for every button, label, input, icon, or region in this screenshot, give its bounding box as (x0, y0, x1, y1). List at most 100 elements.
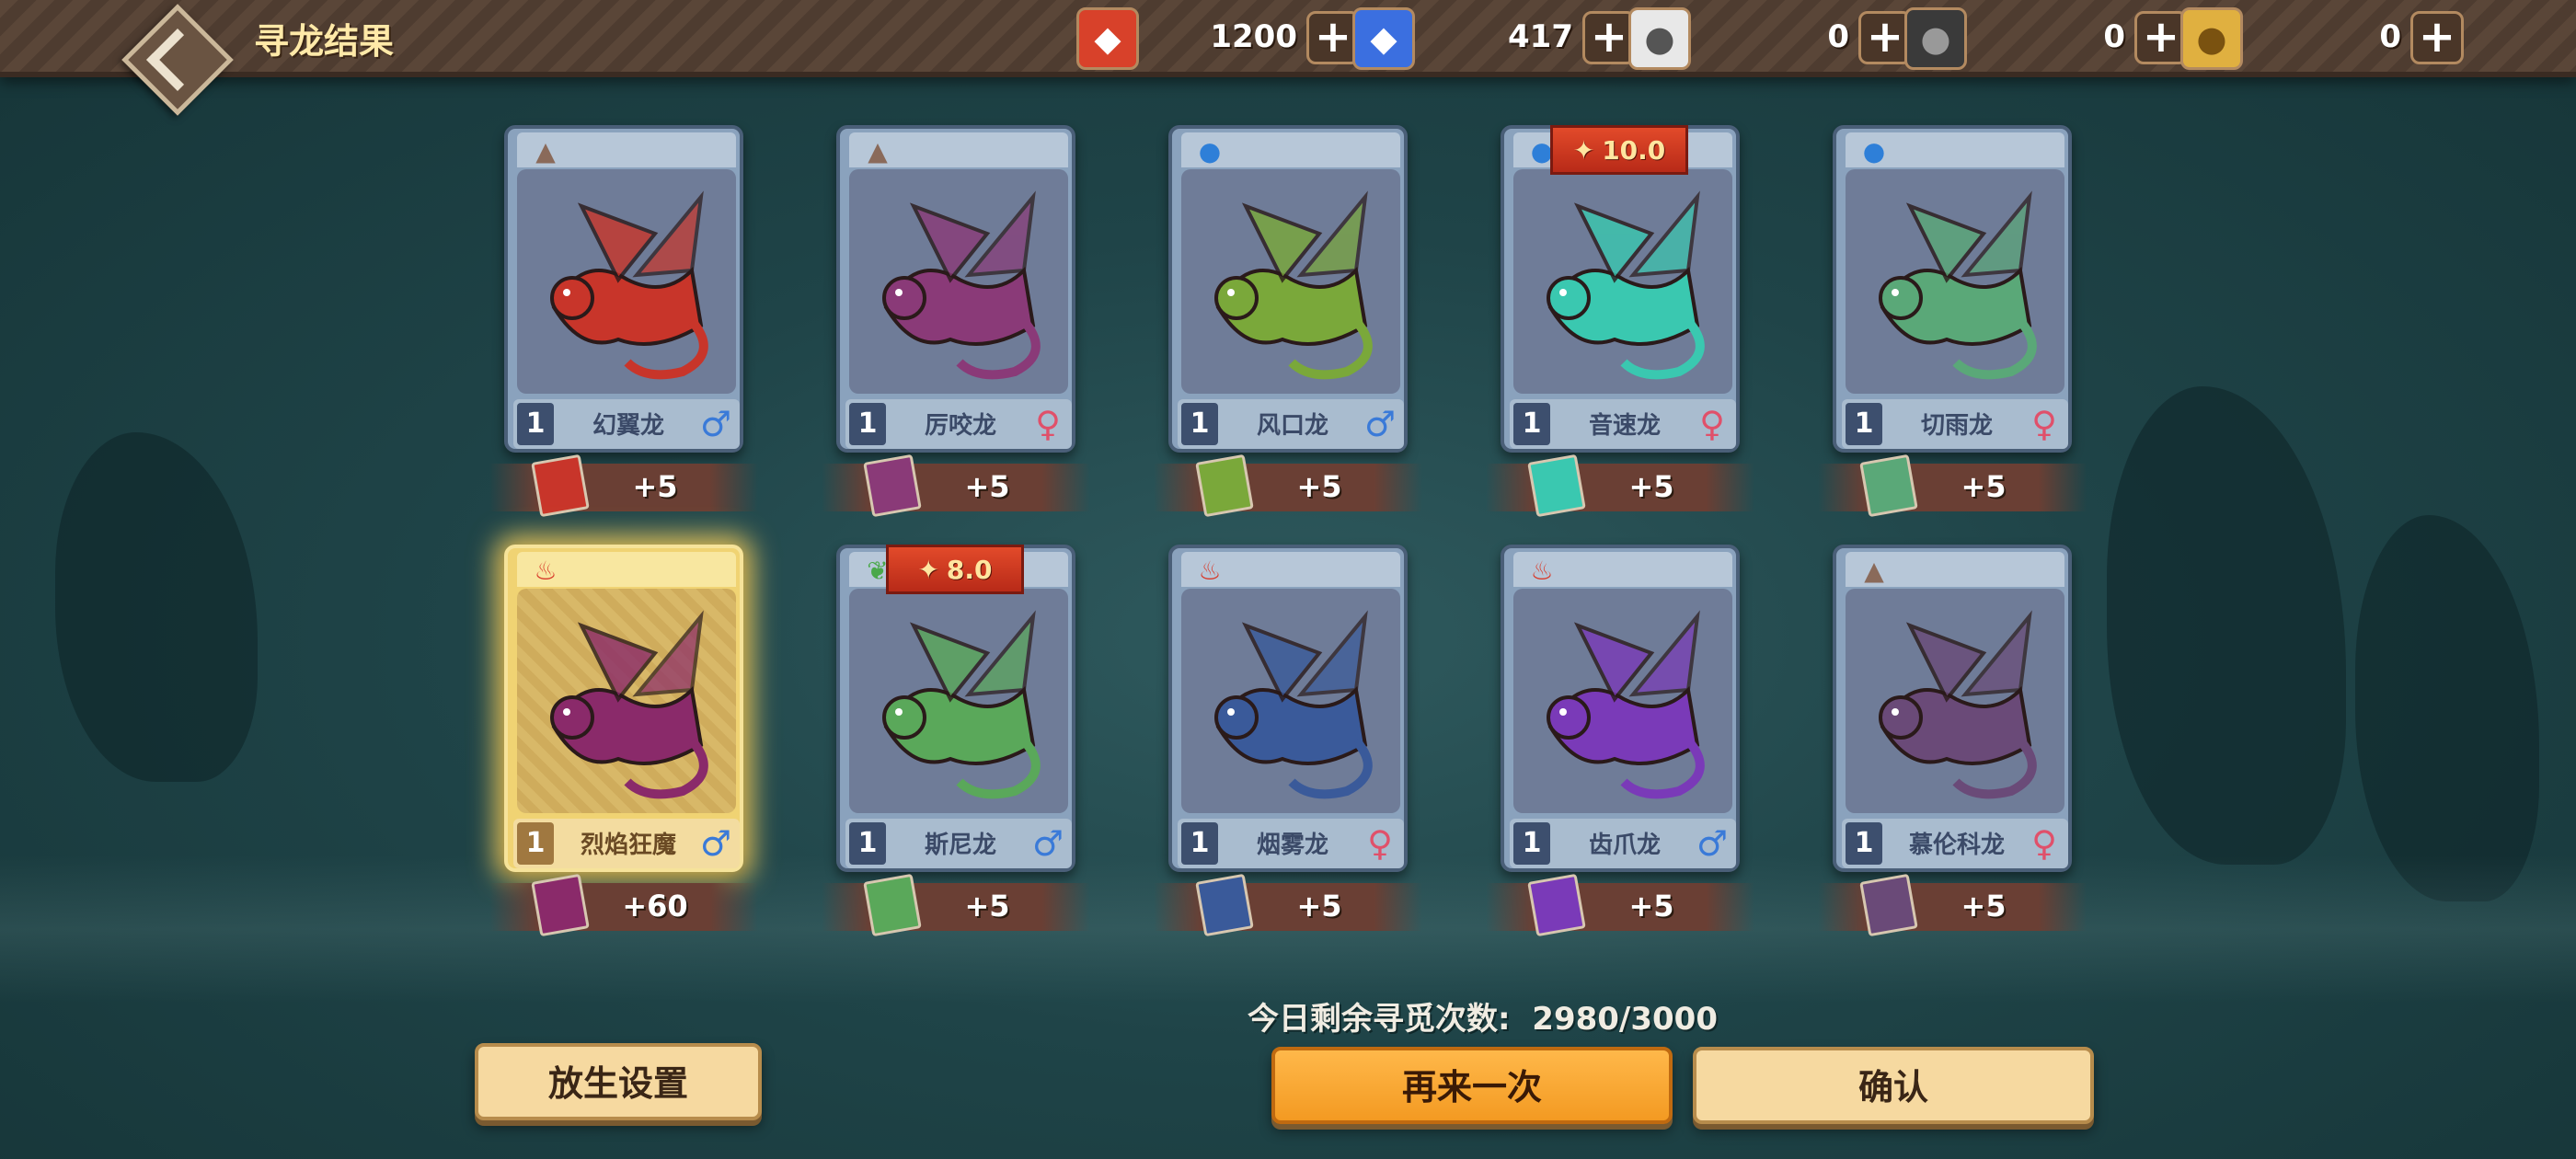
level-badge: 1 (849, 403, 886, 445)
rating-badge: ✦ 8.0 (886, 545, 1024, 594)
level-badge: 1 (849, 822, 886, 865)
dragon-illustration-icon (1879, 610, 2037, 799)
female-gender-icon: ♀ (1035, 404, 1061, 444)
level-badge: 1 (517, 822, 554, 865)
dragon-card[interactable]: ▲ 1 厉咬龙 ♀ (836, 125, 1075, 453)
dragon-card-fragment-icon (1859, 873, 1918, 937)
dragon-name: 斯尼龙 (924, 832, 996, 859)
female-gender-icon: ♀ (2031, 823, 2057, 864)
dragon-portrait (849, 169, 1068, 394)
dragon-illustration-icon (882, 190, 1041, 380)
dragon-card-fragment-icon (1527, 453, 1586, 518)
back-button[interactable] (121, 4, 234, 116)
wing-icon: ✦ (917, 554, 939, 585)
dragon-card[interactable]: ● 1 风口龙 ♂ (1168, 125, 1408, 453)
card-header: ♨ (1513, 552, 1732, 587)
level-badge: 1 (1181, 822, 1218, 865)
earth-element-icon: ▲ (868, 136, 888, 166)
card-footer: 1 慕伦科龙 ♀ (1842, 819, 2068, 868)
reward-amount: +5 (1628, 889, 1674, 924)
card-header: ▲ (1846, 552, 2064, 587)
dragon-portrait (517, 169, 736, 394)
dragon-name: 音速龙 (1588, 412, 1661, 440)
rating-value: 8.0 (946, 554, 993, 585)
black-sheep-count: 0 (2103, 18, 2125, 55)
card-header: ● (1181, 132, 1400, 167)
card-header: ▲ (517, 132, 736, 167)
fire-element-icon: ♨ (1198, 556, 1222, 586)
dragon-card[interactable]: ♨ 1 齿爪龙 ♂ (1501, 545, 1740, 872)
reward-row: +60 (489, 873, 758, 937)
dragon-illustration-icon (1214, 190, 1373, 380)
dragon-name: 风口龙 (1256, 412, 1328, 440)
card-footer: 1 风口龙 ♂ (1178, 399, 1404, 449)
release-settings-button[interactable]: 放生设置 (475, 1043, 762, 1120)
reward-row: +5 (822, 453, 1090, 518)
reward-amount: +5 (632, 469, 678, 504)
reward-amount: +5 (1961, 469, 2007, 504)
dragon-card-fragment-icon (531, 873, 590, 937)
dragon-card[interactable]: ● 1 音速龙 ♀ ✦ 10.0 (1501, 125, 1740, 453)
reward-row: +5 (1486, 873, 1754, 937)
dragon-card[interactable]: ♨ 1 烈焰狂魔 ♂ (504, 545, 743, 872)
dragon-card[interactable]: ▲ 1 慕伦科龙 ♀ (1833, 545, 2072, 872)
top-bar: 寻龙结果 ◆ 1200 + ◆ 417 + ● 0 + ● 0 + ● 0 + (0, 0, 2576, 116)
back-arrow-icon (146, 29, 209, 91)
card-header: ♨ (1181, 552, 1400, 587)
rating-value: 10.0 (1602, 134, 1666, 166)
dragon-card[interactable]: ▲ 1 幻翼龙 ♂ (504, 125, 743, 453)
card-header: ♨ (517, 552, 736, 587)
male-gender-icon: ♂ (699, 404, 732, 444)
card-footer: 1 烟雾龙 ♀ (1178, 819, 1404, 868)
level-badge: 1 (1846, 403, 1882, 445)
card-footer: 1 切雨龙 ♀ (1842, 399, 2068, 449)
water-element-icon: ● (1198, 136, 1222, 166)
dragon-card-fragment-icon (1195, 873, 1254, 937)
reward-row: +5 (1154, 453, 1422, 518)
black-sheep-icon: ● (1904, 7, 1967, 70)
add-golden-sheep-button[interactable]: + (2410, 11, 2464, 64)
reward-row: +5 (1486, 453, 1754, 518)
dragon-card[interactable]: ♨ 1 烟雾龙 ♀ (1168, 545, 1408, 872)
dragon-portrait (1181, 169, 1400, 394)
fire-element-icon: ♨ (1530, 556, 1554, 586)
dragon-card-fragment-icon (1527, 873, 1586, 937)
dragon-portrait (849, 589, 1068, 813)
dragon-name: 烈焰狂魔 (580, 832, 676, 859)
white-sheep-icon: ● (1628, 7, 1691, 70)
confirm-button[interactable]: 确认 (1693, 1047, 2094, 1124)
dragon-illustration-icon (1547, 610, 1705, 799)
dragon-illustration-icon (1214, 610, 1373, 799)
level-badge: 1 (1846, 822, 1882, 865)
male-gender-icon: ♂ (699, 823, 732, 864)
reward-amount: +60 (622, 889, 688, 924)
female-gender-icon: ♀ (2031, 404, 2057, 444)
card-footer: 1 烈焰狂魔 ♂ (513, 819, 740, 868)
card-footer: 1 齿爪龙 ♂ (1510, 819, 1736, 868)
dragon-portrait (1181, 589, 1400, 813)
card-footer: 1 厉咬龙 ♀ (845, 399, 1072, 449)
dragon-illustration-icon (550, 610, 708, 799)
dragon-name: 烟雾龙 (1256, 832, 1328, 859)
blue-crystal-count: 417 (1508, 18, 1573, 55)
dragon-card[interactable]: ❦ 1 斯尼龙 ♂ ✦ 8.0 (836, 545, 1075, 872)
reward-amount: +5 (964, 469, 1010, 504)
white-sheep-count: 0 (1827, 18, 1849, 55)
male-gender-icon: ♂ (1363, 404, 1397, 444)
dragon-card[interactable]: ● 1 切雨龙 ♀ (1833, 125, 2072, 453)
earth-element-icon: ▲ (535, 136, 556, 166)
dragon-portrait (1513, 589, 1732, 813)
level-badge: 1 (1513, 822, 1550, 865)
dragon-card-fragment-icon (531, 453, 590, 518)
card-header: ▲ (849, 132, 1068, 167)
dragon-card-fragment-icon (1859, 453, 1918, 518)
reward-amount: +5 (964, 889, 1010, 924)
dragon-card-fragment-icon (863, 873, 922, 937)
dragon-illustration-icon (1547, 190, 1705, 380)
card-footer: 1 斯尼龙 ♂ (845, 819, 1072, 868)
rating-badge: ✦ 10.0 (1550, 125, 1688, 175)
search-again-button[interactable]: 再来一次 (1271, 1047, 1673, 1124)
water-element-icon: ● (1862, 136, 1886, 166)
reward-amount: +5 (1296, 469, 1342, 504)
reward-amount: +5 (1296, 889, 1342, 924)
